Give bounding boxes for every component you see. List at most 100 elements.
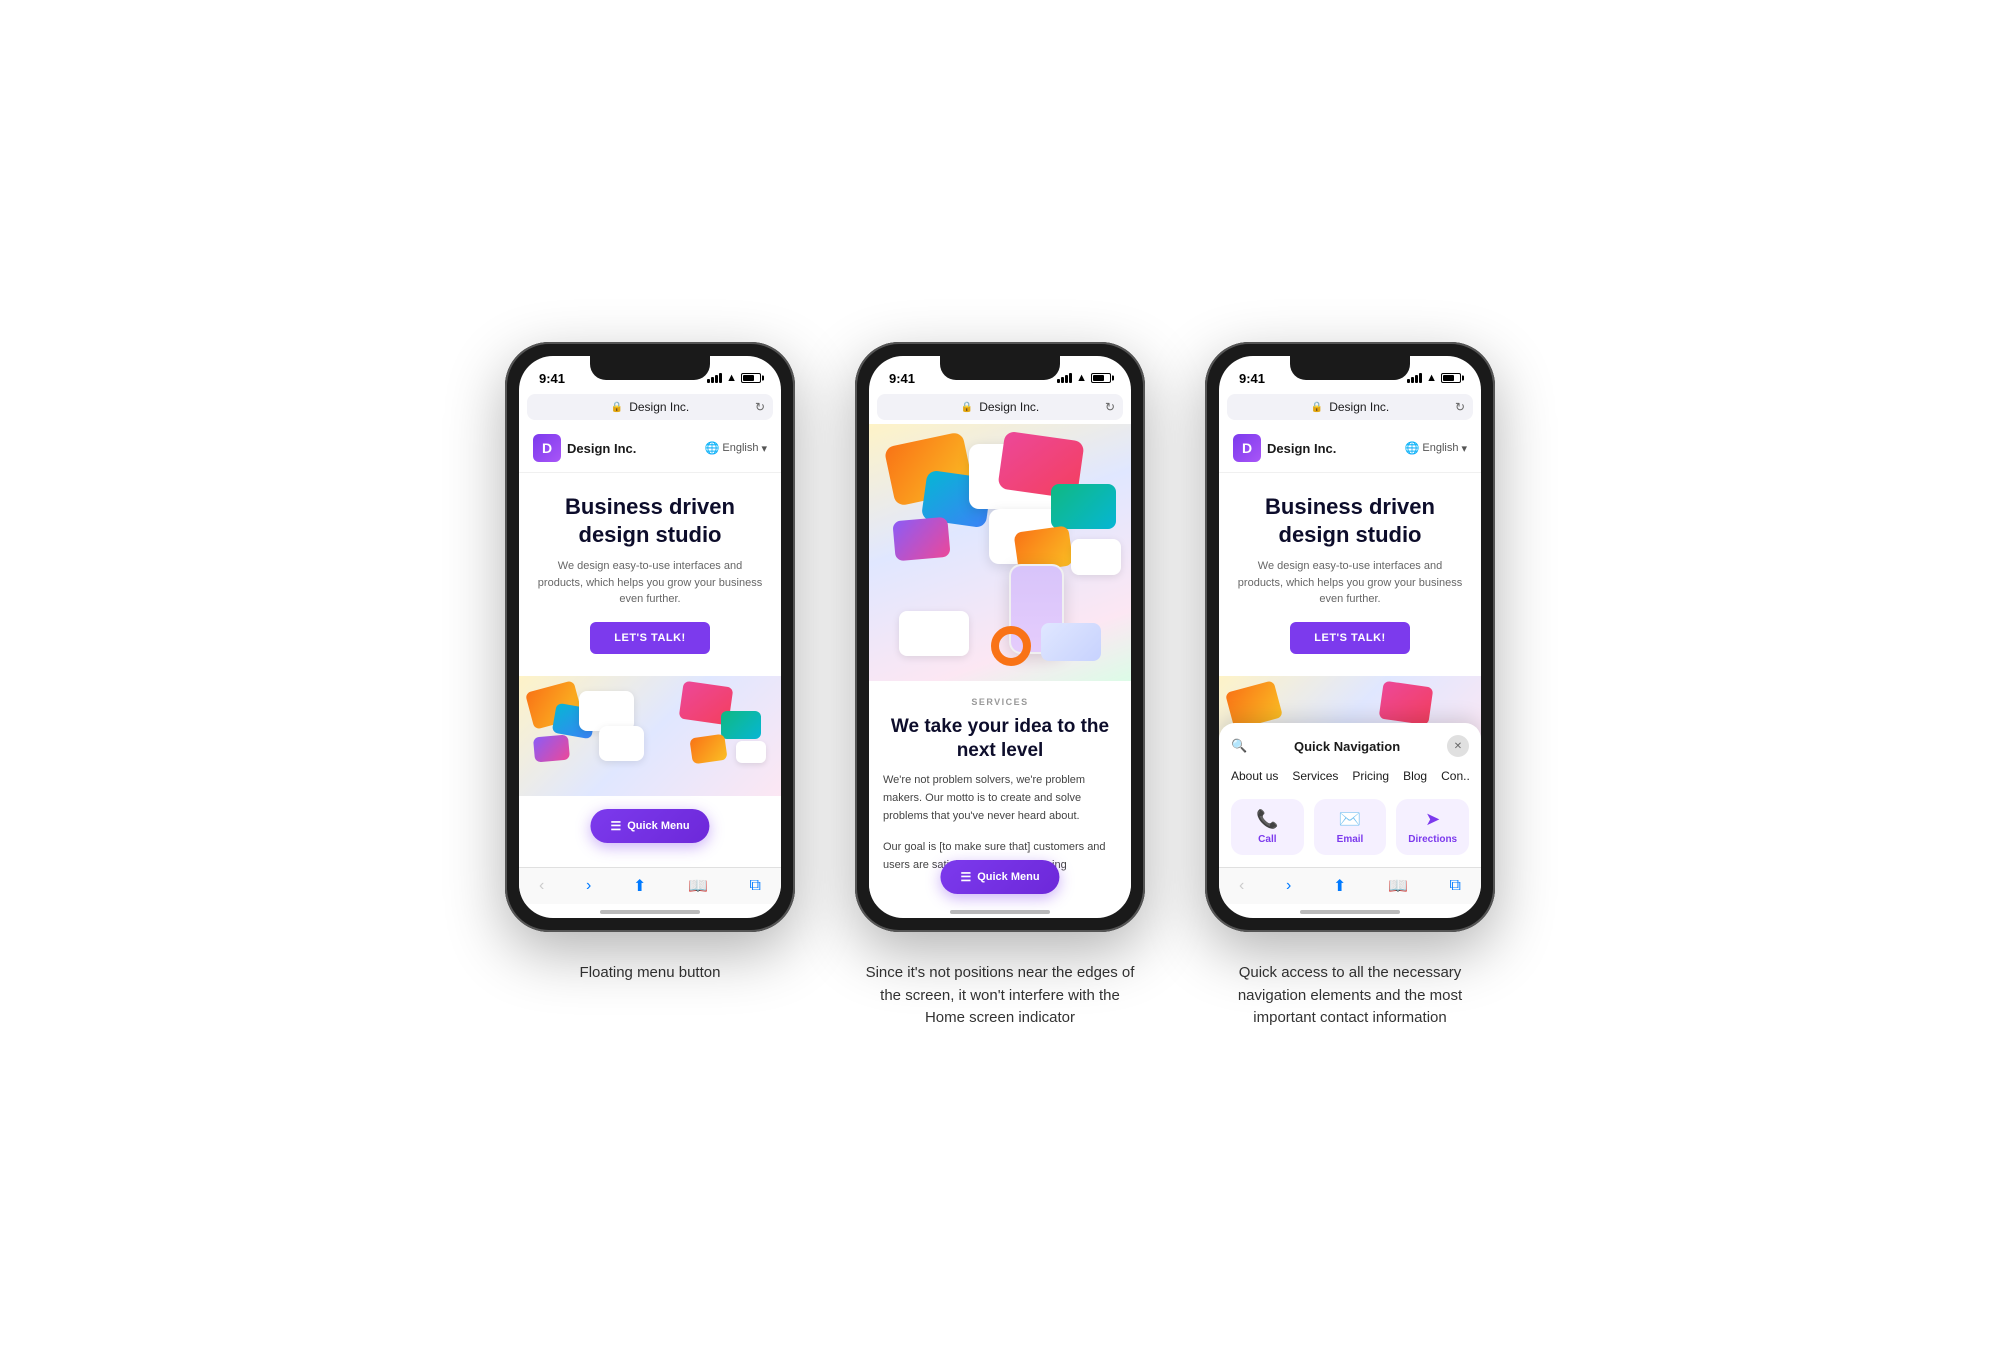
ml-shape-9 — [1071, 539, 1121, 575]
browser-bottom-1: ‹ › ⬆ 📖 ⧉ — [519, 867, 781, 904]
browser-url-3: Design Inc. — [1329, 400, 1389, 414]
browser-bar-3[interactable]: 🔒 Design Inc. ↻ — [1227, 394, 1473, 420]
phone-section-1: 9:41 ▲ — [505, 342, 795, 985]
email-icon: ✉️ — [1339, 809, 1361, 830]
wifi-icon-2: ▲ — [1076, 372, 1087, 384]
hero-desc-3: We design easy-to-use interfaces and pro… — [1235, 558, 1465, 608]
caption-1: Floating menu button — [580, 962, 721, 985]
browser-bottom-3: ‹ › ⬆ 📖 ⧉ — [1219, 867, 1481, 904]
share-btn-1[interactable]: ⬆ — [633, 876, 646, 896]
directions-label: Directions — [1408, 834, 1457, 845]
quick-nav-overlay: 🔍 Quick Navigation ✕ About us Services P… — [1219, 723, 1481, 867]
mosaic-shape-5 — [599, 726, 644, 761]
phone-section-3: 9:41 ▲ — [1205, 342, 1495, 1030]
contact-call[interactable]: 📞 Call — [1231, 799, 1304, 855]
battery-icon-3 — [1441, 373, 1461, 383]
quick-nav-title: Quick Navigation — [1255, 739, 1439, 754]
home-indicator-2 — [950, 910, 1050, 914]
call-icon: 📞 — [1256, 809, 1278, 830]
signal-bars-2 — [1057, 373, 1072, 383]
browser-url-1: Design Inc. — [629, 400, 689, 414]
wifi-icon-1: ▲ — [726, 372, 737, 384]
globe-icon-3: 🌐 — [1404, 441, 1419, 455]
bookmarks-btn-3[interactable]: 📖 — [1388, 876, 1408, 896]
globe-icon-1: 🌐 — [704, 441, 719, 455]
logo-name-1: Design Inc. — [567, 441, 636, 456]
back-btn-1[interactable]: ‹ — [539, 877, 544, 895]
mosaic-shape-3 — [533, 734, 570, 762]
status-icons-2: ▲ — [1057, 372, 1111, 384]
bookmarks-btn-1[interactable]: 📖 — [688, 876, 708, 896]
services-desc-2: We're not problem solvers, we're problem… — [883, 772, 1117, 825]
mosaic-shape-8 — [689, 733, 727, 764]
nav-link-blog[interactable]: Blog — [1403, 769, 1427, 783]
reload-icon-1[interactable]: ↻ — [755, 400, 765, 414]
floating-menu-btn-1[interactable]: ☰ Quick Menu — [590, 809, 709, 843]
status-time-1: 9:41 — [539, 371, 565, 386]
back-btn-3[interactable]: ‹ — [1239, 877, 1244, 895]
wifi-icon-3: ▲ — [1426, 372, 1437, 384]
browser-bar-1[interactable]: 🔒 Design Inc. ↻ — [527, 394, 773, 420]
bar4 — [719, 373, 722, 383]
logo-icon-1: D — [533, 434, 561, 462]
ml-shape-7 — [1051, 484, 1116, 529]
ml-card-2 — [1041, 623, 1101, 661]
quick-nav-header: 🔍 Quick Navigation ✕ — [1231, 735, 1469, 757]
forward-btn-3[interactable]: › — [1286, 877, 1291, 895]
hero-desc-1: We design easy-to-use interfaces and pro… — [535, 558, 765, 608]
site-nav-3: D Design Inc. 🌐 English ▾ — [1219, 424, 1481, 473]
cta-button-1[interactable]: LET'S TALK! — [590, 622, 709, 654]
ml-donut — [991, 626, 1031, 666]
services-title-2: We take your idea to the next level — [883, 715, 1117, 763]
services-tag-2: SERVICES — [883, 697, 1117, 707]
status-time-2: 9:41 — [889, 371, 915, 386]
website-content-3: D Design Inc. 🌐 English ▾ Business drive… — [1219, 424, 1481, 867]
call-label: Call — [1258, 834, 1276, 845]
mosaic-shape-4 — [579, 691, 634, 731]
contact-actions: 📞 Call ✉️ Email ➤ Directions — [1231, 799, 1469, 855]
browser-bar-2[interactable]: 🔒 Design Inc. ↻ — [877, 394, 1123, 420]
nav-link-about[interactable]: About us — [1231, 769, 1278, 783]
caption-3: Quick access to all the necessary naviga… — [1210, 962, 1490, 1030]
tabs-btn-1[interactable]: ⧉ — [750, 877, 761, 895]
tabs-btn-3[interactable]: ⧉ — [1450, 877, 1461, 895]
phone-frame-1: 9:41 ▲ — [505, 342, 795, 932]
share-btn-3[interactable]: ⬆ — [1333, 876, 1346, 896]
ml-card-1 — [899, 611, 969, 656]
bar3 — [715, 375, 718, 383]
lang-selector-1[interactable]: 🌐 English ▾ — [704, 441, 767, 455]
close-btn-qn[interactable]: ✕ — [1447, 735, 1469, 757]
nav-links: About us Services Pricing Blog Con... — [1231, 769, 1469, 783]
cta-button-3[interactable]: LET'S TALK! — [1290, 622, 1409, 654]
bar1 — [707, 379, 710, 383]
nav-link-services[interactable]: Services — [1292, 769, 1338, 783]
battery-icon-1 — [741, 373, 761, 383]
bar2 — [711, 377, 714, 383]
hero-title-1: Business driven design studio — [535, 493, 765, 548]
nav-link-contact[interactable]: Con... — [1441, 769, 1469, 783]
phone-frame-3: 9:41 ▲ — [1205, 342, 1495, 932]
contact-email[interactable]: ✉️ Email — [1314, 799, 1387, 855]
notch-3 — [1290, 356, 1410, 380]
notch-2 — [940, 356, 1060, 380]
status-icons-3: ▲ — [1407, 372, 1461, 384]
signal-bars-1 — [707, 373, 722, 383]
home-indicator-3 — [1300, 910, 1400, 914]
reload-icon-3[interactable]: ↻ — [1455, 400, 1465, 414]
contact-directions[interactable]: ➤ Directions — [1396, 799, 1469, 855]
mosaic-shapes-1 — [519, 676, 781, 796]
search-icon-qn: 🔍 — [1231, 738, 1247, 754]
lock-icon-1: 🔒 — [611, 402, 623, 413]
lang-selector-3[interactable]: 🌐 English ▾ — [1404, 441, 1467, 455]
home-indicator-1 — [600, 910, 700, 914]
forward-btn-1[interactable]: › — [586, 877, 591, 895]
floating-menu-btn-2[interactable]: ☰ Quick Menu — [940, 860, 1059, 894]
website-content-1: D Design Inc. 🌐 English ▾ Business drive… — [519, 424, 781, 867]
nav-link-pricing[interactable]: Pricing — [1352, 769, 1389, 783]
status-time-3: 9:41 — [1239, 371, 1265, 386]
reload-icon-2[interactable]: ↻ — [1105, 400, 1115, 414]
status-icons-1: ▲ — [707, 372, 761, 384]
battery-icon-2 — [1091, 373, 1111, 383]
phone-screen-3: 9:41 ▲ — [1219, 356, 1481, 918]
hero-mosaic-2 — [869, 424, 1131, 681]
